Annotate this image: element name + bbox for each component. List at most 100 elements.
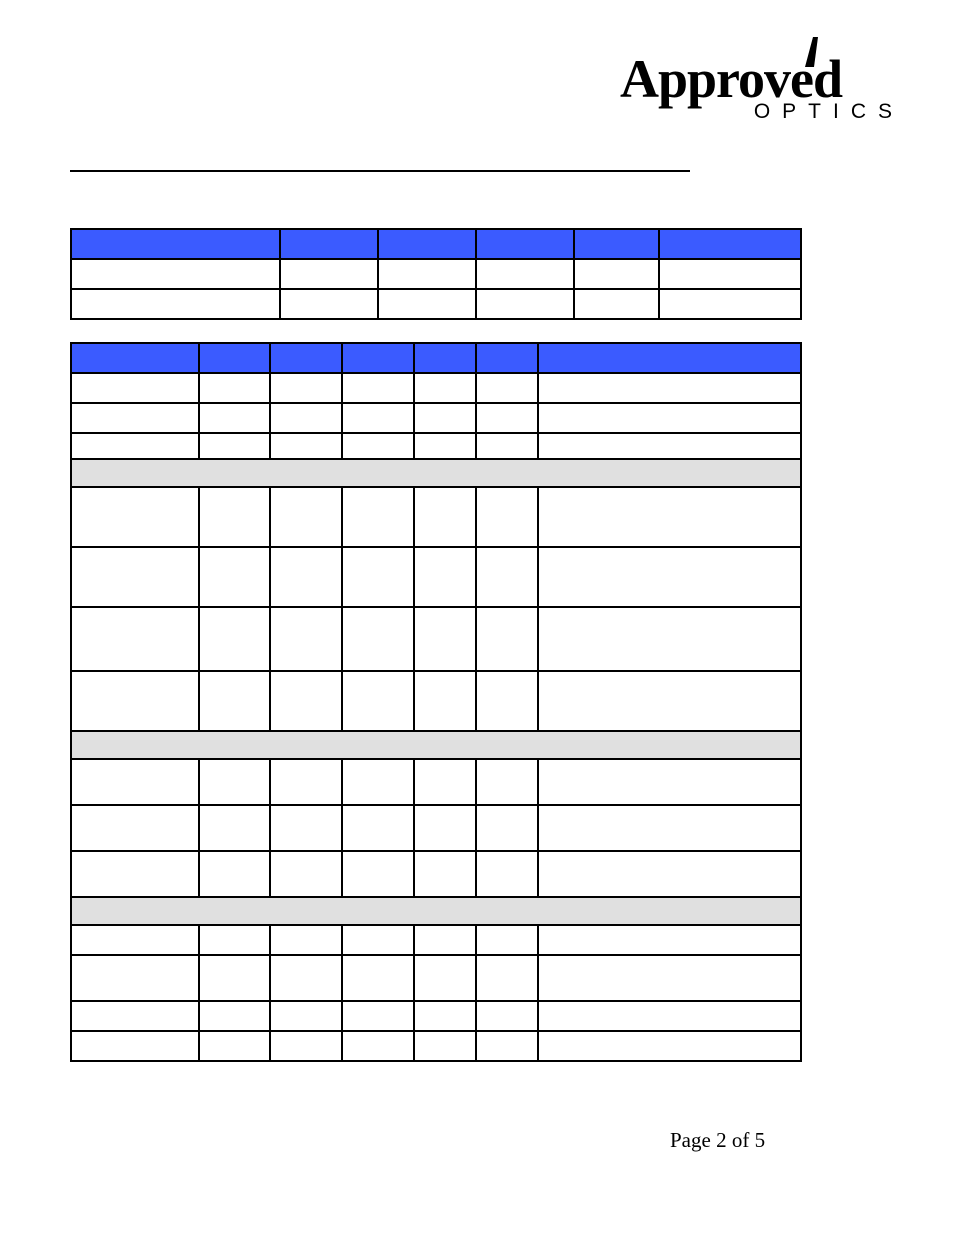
table2-cell (415, 548, 477, 608)
table2-cell (415, 852, 477, 898)
table2-cell (477, 760, 539, 806)
table2-cell (343, 956, 415, 1002)
table1-header-cell (477, 230, 575, 260)
table2-cell (415, 672, 477, 732)
table2-cell (72, 434, 200, 460)
table2-cell (200, 806, 272, 852)
table2-cell (477, 926, 539, 956)
table2-cell (477, 672, 539, 732)
divider (70, 170, 690, 172)
table2-cell (72, 672, 200, 732)
table2-cell (271, 956, 343, 1002)
table2-cell (539, 434, 802, 460)
table2-cell (271, 672, 343, 732)
table2-cell (477, 548, 539, 608)
table2-cell (477, 404, 539, 434)
table2-cell (539, 956, 802, 1002)
table2-cell (343, 488, 415, 548)
table2-cell (200, 434, 272, 460)
table2-cell (415, 1032, 477, 1062)
table2-cell (271, 1032, 343, 1062)
table2-cell (415, 434, 477, 460)
table2-cell (200, 760, 272, 806)
table2-cell (271, 852, 343, 898)
table1-cell (281, 260, 379, 290)
table2-cell (271, 760, 343, 806)
table2-cell (415, 488, 477, 548)
table1-header-cell (72, 230, 281, 260)
table2-header-cell (72, 344, 200, 374)
table2-cell (343, 806, 415, 852)
table1-header-cell (281, 230, 379, 260)
table2-cell (343, 1002, 415, 1032)
table1-cell (477, 290, 575, 320)
table2-cell (477, 434, 539, 460)
table1-cell (379, 260, 477, 290)
table1-cell (575, 260, 661, 290)
table2-cell (477, 852, 539, 898)
table2-cell (72, 1032, 200, 1062)
table2-cell (271, 404, 343, 434)
table1-cell (379, 290, 477, 320)
table1-cell (72, 290, 281, 320)
table2-cell (271, 806, 343, 852)
table2-cell (72, 404, 200, 434)
table1-cell (72, 260, 281, 290)
table2-cell (271, 926, 343, 956)
table1-cell (660, 260, 802, 290)
page-number: Page 2 of 5 (670, 1128, 765, 1153)
table2-cell (539, 1032, 802, 1062)
table2-cell (200, 956, 272, 1002)
table2-cell (343, 1032, 415, 1062)
table1-header-cell (575, 230, 661, 260)
table2-cell (415, 760, 477, 806)
table2-cell (539, 404, 802, 434)
table2-cell (200, 404, 272, 434)
table2-cell (72, 956, 200, 1002)
brand-logo: Approved OPTICS (620, 55, 910, 124)
table2-cell (200, 608, 272, 672)
table1-cell (660, 290, 802, 320)
summary-table (70, 228, 802, 320)
table2-cell (415, 374, 477, 404)
table2-cell (415, 956, 477, 1002)
table2-cell (477, 1002, 539, 1032)
table2-cell (72, 374, 200, 404)
table2-cell (343, 926, 415, 956)
table2-section (72, 898, 802, 926)
table2-cell (343, 548, 415, 608)
details-table (70, 342, 802, 1062)
table2-cell (539, 760, 802, 806)
table2-cell (343, 608, 415, 672)
table1-header-cell (379, 230, 477, 260)
table2-cell (200, 548, 272, 608)
table2-cell (343, 374, 415, 404)
table2-cell (271, 1002, 343, 1032)
table2-cell (72, 488, 200, 548)
table2-cell (539, 374, 802, 404)
table2-cell (343, 852, 415, 898)
table2-cell (200, 374, 272, 404)
table2-cell (539, 548, 802, 608)
table2-cell (271, 434, 343, 460)
table2-cell (72, 760, 200, 806)
table2-cell (477, 1032, 539, 1062)
table2-header-cell (415, 344, 477, 374)
table2-cell (72, 926, 200, 956)
table2-header-cell (200, 344, 272, 374)
table2-header-cell (539, 344, 802, 374)
table2-cell (539, 852, 802, 898)
table2-cell (72, 806, 200, 852)
table2-cell (343, 434, 415, 460)
table2-section (72, 732, 802, 760)
table2-cell (72, 1002, 200, 1032)
table2-cell (271, 488, 343, 548)
table1-cell (281, 290, 379, 320)
table2-cell (415, 1002, 477, 1032)
logo-text: Approved (620, 55, 842, 104)
table2-cell (539, 1002, 802, 1032)
table2-header-cell (477, 344, 539, 374)
table2-cell (200, 488, 272, 548)
table2-section (72, 460, 802, 488)
table2-cell (72, 608, 200, 672)
